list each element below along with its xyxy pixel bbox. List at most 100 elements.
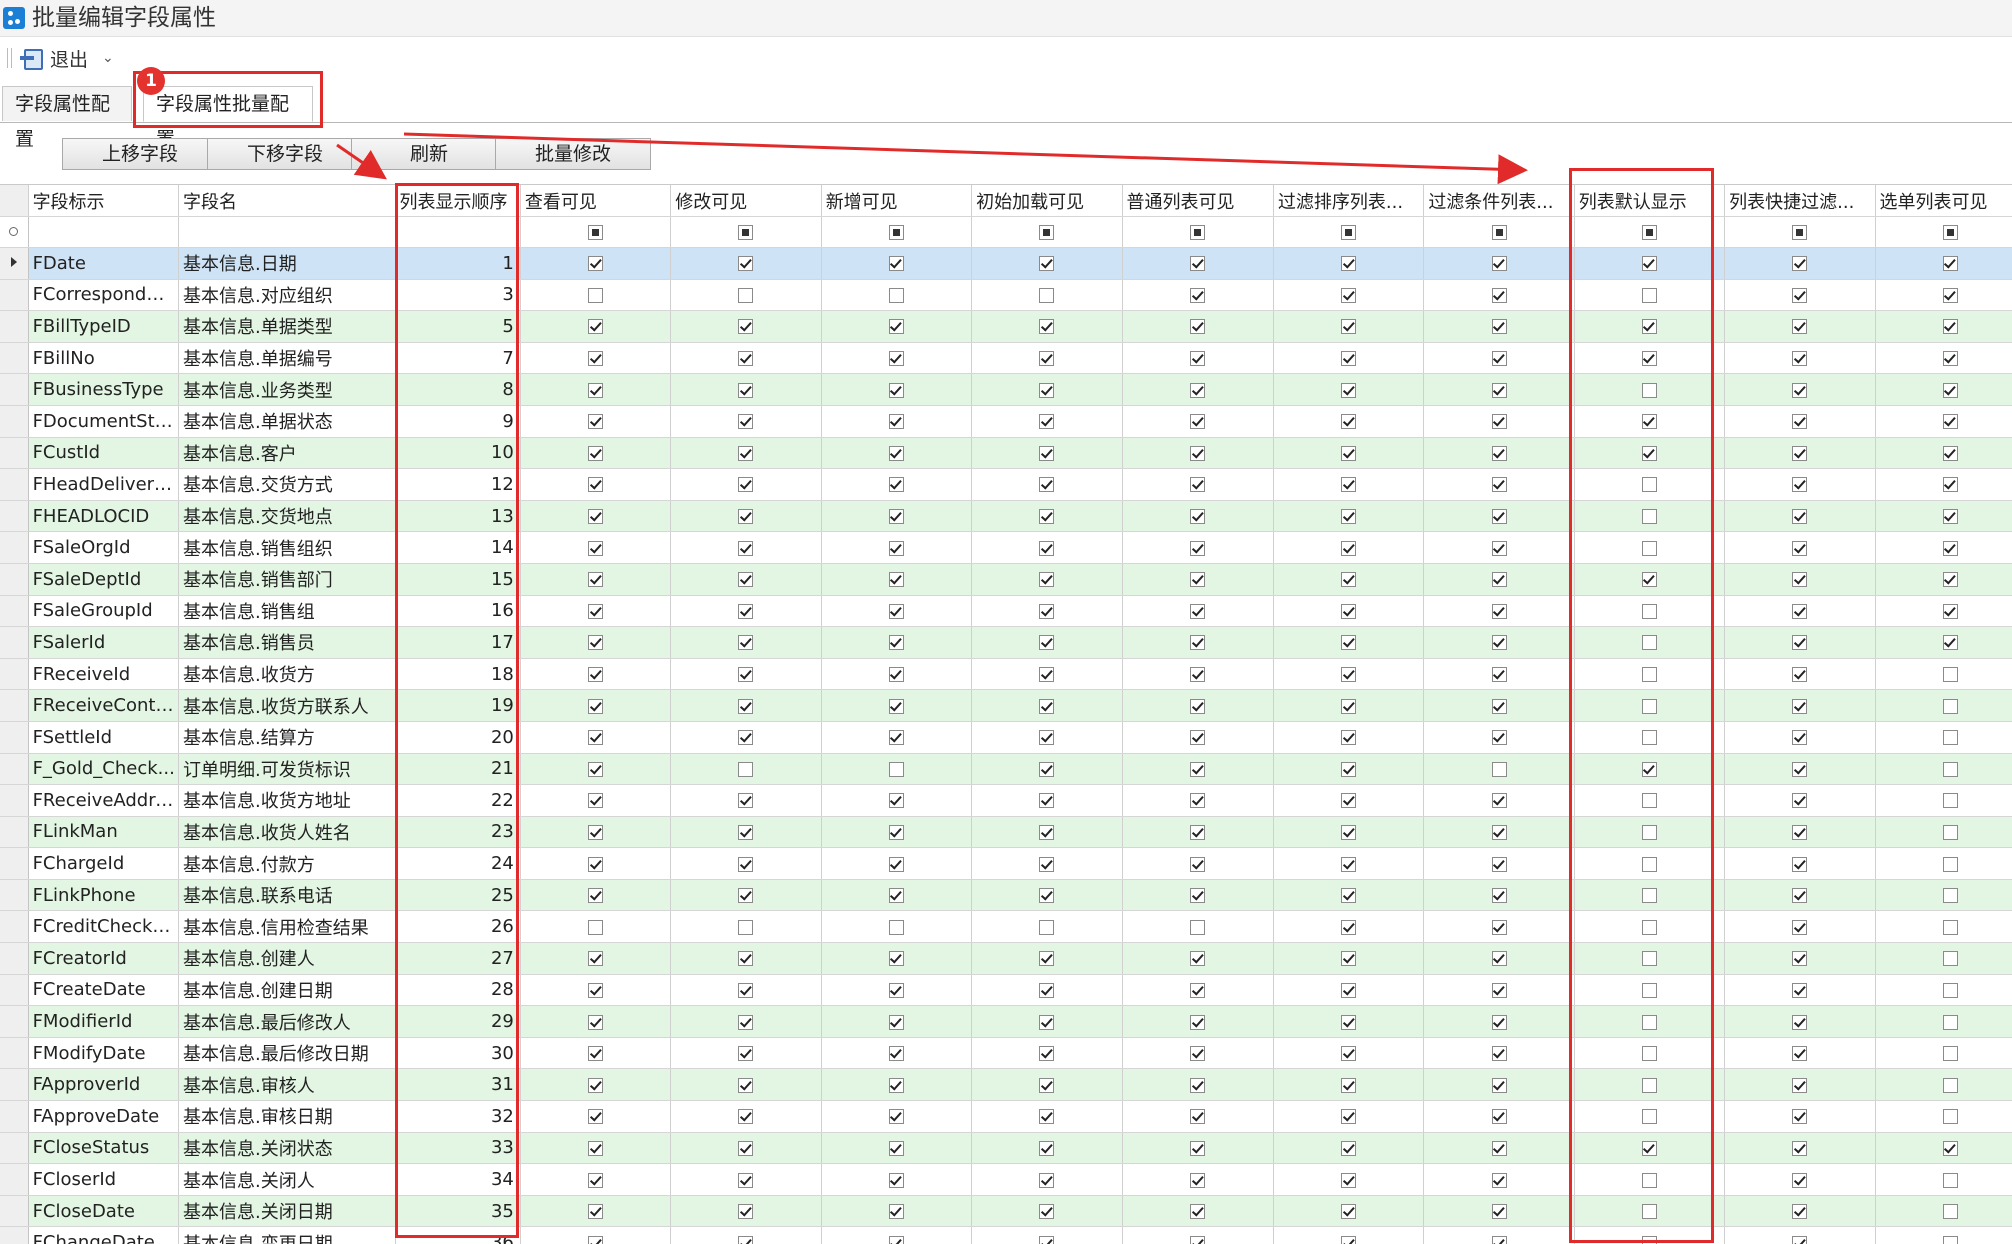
flag-checkbox[interactable] (588, 1140, 604, 1156)
flag-cell[interactable] (1423, 1068, 1575, 1102)
flag-cell[interactable] (1122, 753, 1274, 786)
flag-checkbox[interactable] (588, 540, 604, 556)
flag-checkbox[interactable] (1641, 1014, 1657, 1030)
column-header[interactable]: 选单列表可见 (1875, 185, 2012, 217)
field-code-cell[interactable]: FReceiveAddress (28, 784, 179, 817)
flag-checkbox[interactable] (1942, 1204, 1958, 1220)
flag-checkbox[interactable] (1792, 382, 1808, 398)
row-indicator[interactable] (0, 1132, 29, 1165)
flag-cell[interactable] (520, 500, 672, 533)
flag-checkbox[interactable] (888, 951, 904, 967)
flag-cell[interactable] (971, 658, 1123, 691)
field-code-cell[interactable]: FSalerId (28, 626, 179, 659)
table-row[interactable]: FBillTypeID 基本信息.单据类型 5 (0, 310, 2012, 343)
column-header[interactable]: 过滤条件列表... (1423, 185, 1575, 217)
row-indicator[interactable] (0, 468, 29, 501)
flag-checkbox[interactable] (1792, 287, 1808, 303)
flag-cell[interactable] (1724, 279, 1876, 312)
display-order-cell[interactable]: 17 (395, 626, 521, 659)
flag-checkbox[interactable] (1641, 888, 1657, 904)
flag-cell[interactable] (670, 531, 822, 564)
row-indicator[interactable] (0, 342, 29, 375)
row-indicator[interactable] (0, 910, 29, 944)
table-row[interactable]: FReceiveContact 基本信息.收货方联系人 19 (0, 689, 2012, 722)
flag-checkbox[interactable] (1641, 698, 1657, 714)
flag-cell[interactable] (1273, 1195, 1425, 1228)
flag-checkbox[interactable] (1341, 287, 1357, 303)
field-code-cell[interactable]: FLinkMan (28, 816, 179, 849)
flag-checkbox[interactable] (588, 1014, 604, 1030)
flag-cell[interactable] (821, 1132, 973, 1165)
select-all-checkbox[interactable] (1875, 216, 2012, 248)
flag-cell[interactable] (971, 437, 1123, 470)
flag-checkbox[interactable] (1039, 982, 1055, 998)
flag-checkbox[interactable] (888, 414, 904, 430)
flag-checkbox[interactable] (1190, 1140, 1206, 1156)
flag-cell[interactable] (1423, 531, 1575, 564)
column-header[interactable]: 修改可见 (670, 185, 822, 217)
flag-cell[interactable] (1724, 942, 1876, 975)
flag-cell[interactable] (971, 468, 1123, 501)
flag-cell[interactable] (1875, 721, 2012, 754)
row-indicator[interactable] (0, 1226, 29, 1244)
flag-cell[interactable] (821, 1068, 973, 1102)
flag-checkbox[interactable] (1190, 1204, 1206, 1220)
flag-cell[interactable] (1423, 942, 1575, 975)
flag-checkbox[interactable] (588, 1204, 604, 1220)
row-indicator[interactable] (0, 942, 29, 975)
indeterminate-checkbox[interactable] (1039, 225, 1055, 240)
flag-cell[interactable] (1273, 1226, 1425, 1244)
flag-cell[interactable] (971, 531, 1123, 564)
flag-checkbox[interactable] (1039, 761, 1055, 777)
flag-cell[interactable] (520, 626, 672, 659)
indeterminate-checkbox[interactable] (738, 225, 754, 240)
field-code-cell[interactable]: FModifyDate (28, 1037, 179, 1070)
flag-cell[interactable] (971, 342, 1123, 375)
flag-cell[interactable] (1122, 437, 1274, 470)
flag-checkbox[interactable] (888, 1204, 904, 1220)
flag-cell[interactable] (1122, 974, 1274, 1007)
flag-checkbox[interactable] (1039, 824, 1055, 840)
table-row[interactable]: FHEADLOCID 基本信息.交货地点 13 (0, 500, 2012, 533)
field-name-cell[interactable]: 基本信息.销售组 (178, 595, 396, 628)
flag-cell[interactable] (1423, 1195, 1575, 1228)
flag-checkbox[interactable] (1942, 1077, 1958, 1093)
flag-checkbox[interactable] (1792, 635, 1808, 651)
filter-cell[interactable] (395, 216, 521, 248)
flag-cell[interactable] (1273, 942, 1425, 975)
select-all-checkbox[interactable] (821, 216, 973, 248)
flag-checkbox[interactable] (888, 287, 904, 303)
flag-checkbox[interactable] (1039, 540, 1055, 556)
flag-checkbox[interactable] (588, 256, 604, 272)
flag-cell[interactable] (1122, 405, 1274, 438)
flag-cell[interactable] (1423, 1163, 1575, 1196)
flag-cell[interactable] (670, 910, 822, 944)
flag-cell[interactable] (1724, 1163, 1876, 1196)
flag-checkbox[interactable] (1641, 667, 1657, 683)
flag-cell[interactable] (1574, 689, 1726, 722)
flag-checkbox[interactable] (1341, 603, 1357, 619)
flag-cell[interactable] (1724, 1005, 1876, 1038)
flag-cell[interactable] (1122, 626, 1274, 659)
select-all-checkbox[interactable] (1574, 216, 1726, 248)
flag-cell[interactable] (670, 1100, 822, 1133)
flag-cell[interactable] (520, 721, 672, 754)
flag-checkbox[interactable] (888, 635, 904, 651)
display-order-cell[interactable]: 23 (395, 816, 521, 849)
flag-checkbox[interactable] (1341, 730, 1357, 746)
flag-checkbox[interactable] (1491, 1014, 1507, 1030)
flag-cell[interactable] (1875, 437, 2012, 470)
flag-cell[interactable] (520, 310, 672, 343)
flag-checkbox[interactable] (738, 603, 754, 619)
flag-checkbox[interactable] (1491, 1046, 1507, 1062)
flag-cell[interactable] (1423, 279, 1575, 312)
flag-cell[interactable] (1423, 342, 1575, 375)
flag-checkbox[interactable] (1190, 382, 1206, 398)
flag-cell[interactable] (1724, 373, 1876, 406)
table-row[interactable]: FCustId 基本信息.客户 10 (0, 437, 2012, 470)
flag-cell[interactable] (1574, 310, 1726, 343)
flag-checkbox[interactable] (1039, 414, 1055, 430)
flag-cell[interactable] (1574, 879, 1726, 912)
flag-cell[interactable] (1875, 910, 2012, 944)
flag-checkbox[interactable] (1942, 477, 1958, 493)
